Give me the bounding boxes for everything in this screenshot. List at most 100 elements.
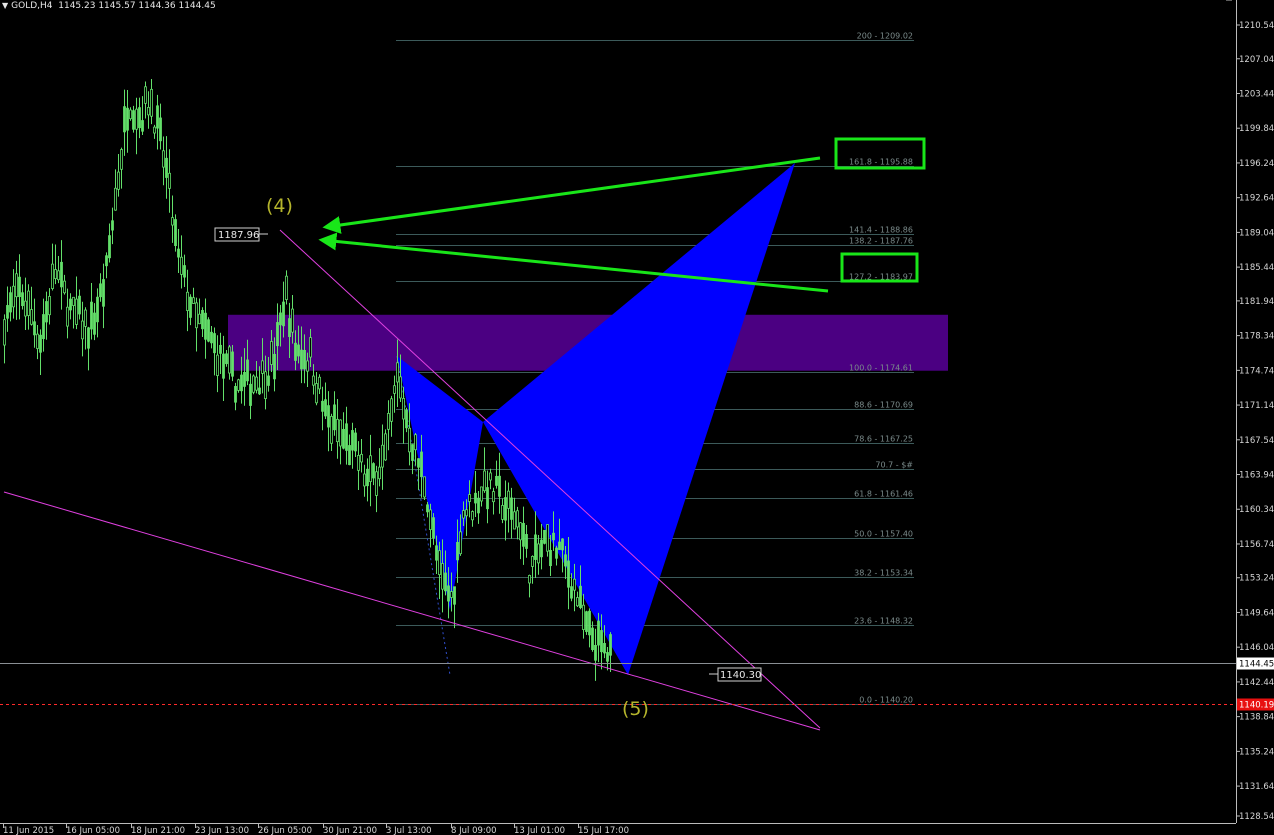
candle-body [504,497,507,521]
candle-body [357,454,360,471]
candle-body [456,541,459,561]
fib-label: 138.2 - 1187.76 [849,237,913,246]
y-tick-label: 1178.34 [1239,332,1274,342]
candle-body [102,279,105,307]
wave-5-label: (5) [622,698,649,720]
y-tick-label: 1171.14 [1239,401,1274,411]
candle-body [66,306,69,327]
candle-body [123,106,126,133]
candle-body [264,371,267,400]
candle-body [273,353,276,380]
candle-body [567,560,570,588]
candle-body [543,529,546,544]
candle-body [465,509,468,517]
fib-label: 38.2 - 1153.34 [854,569,913,578]
candle-body [495,475,498,486]
y-tick-label: 1163.94 [1239,471,1274,481]
candle-body [447,585,450,602]
low-price-tag-text: 1140.30 [720,670,761,681]
candle-body [171,217,174,226]
candle-body [279,312,282,326]
candle-body [441,563,444,590]
candle-body [393,385,396,394]
high-price-tag-text: 1187.96 [218,230,259,241]
candle-body [438,550,441,575]
candle-body [84,309,87,327]
candle-body [174,219,177,246]
candle-body [99,283,102,298]
candle-body [195,302,198,329]
candle-body [579,585,582,608]
candle-body [336,418,339,443]
candle-body [402,398,405,420]
candle-body [369,455,372,482]
candle-body [600,630,603,653]
candle-body [399,376,402,399]
candle-body [159,117,162,142]
candle-body [78,295,81,315]
candle-body [351,430,354,451]
candle-body [429,509,432,530]
candle-body [561,538,564,551]
candle-body [531,556,534,567]
y-tick-label: 1135.24 [1239,747,1274,757]
candle-body [90,301,93,330]
candle-body [363,473,366,487]
candle-body [435,545,438,561]
candle-body [234,386,237,403]
candle-body [108,235,111,259]
candle-body [39,334,42,353]
candle-body [210,331,213,344]
candle-body [342,428,345,449]
candle-body [24,300,27,317]
candle-body [381,444,384,468]
candle-body [345,423,348,451]
candle-body [180,256,183,275]
candle-body [390,398,393,422]
y-tick-label: 1181.94 [1239,297,1274,307]
candle-body [18,276,21,298]
fib-label: 61.8 - 1161.46 [854,490,913,499]
y-tick-label: 1203.44 [1239,89,1274,99]
price-chart[interactable]: 200 - 1209.02 161.8 - 1195.88 141.4 - 1188… [0,0,1274,835]
candle-body [453,586,456,605]
candle-body [111,220,114,231]
candle-body [201,310,204,330]
candle-body [207,319,210,342]
candle-body [540,539,543,558]
candle-body [321,400,324,412]
candle-body [414,434,417,451]
candle-body [219,344,222,354]
candle-body [411,444,414,461]
y-tick-label: 1156.74 [1239,540,1274,550]
candle-body [312,375,315,386]
candle-body [309,337,312,358]
candle-body [81,320,84,340]
fib-label: 50.0 - 1157.40 [854,530,913,539]
collapse-triangle-icon[interactable]: ▼ [2,1,8,10]
candle-body [198,313,201,325]
ask-price-tag-text: 1140.19 [1239,701,1274,711]
candle-body [120,149,123,170]
wave-4-label: (4) [266,195,293,217]
candle-body [528,575,531,584]
candle-body [501,505,504,520]
candle-body [75,298,78,325]
candle-body [459,531,462,555]
x-tick-label: 8 Jul 09:00 [451,826,497,835]
fib-label: 141.4 - 1188.86 [849,226,913,235]
candle-body [63,280,66,294]
y-tick-label: 1192.64 [1239,194,1274,204]
candle-body [186,291,189,311]
candle-body [366,468,369,487]
candle-body [327,405,330,428]
candle-body [189,296,192,318]
candle-body [12,285,15,308]
candle-body [249,383,252,406]
candle-body [606,652,609,662]
candle-body [360,453,363,463]
candle-body [153,126,156,134]
candle-body [57,270,60,281]
candle-body [603,643,606,654]
candle-body [474,492,477,504]
